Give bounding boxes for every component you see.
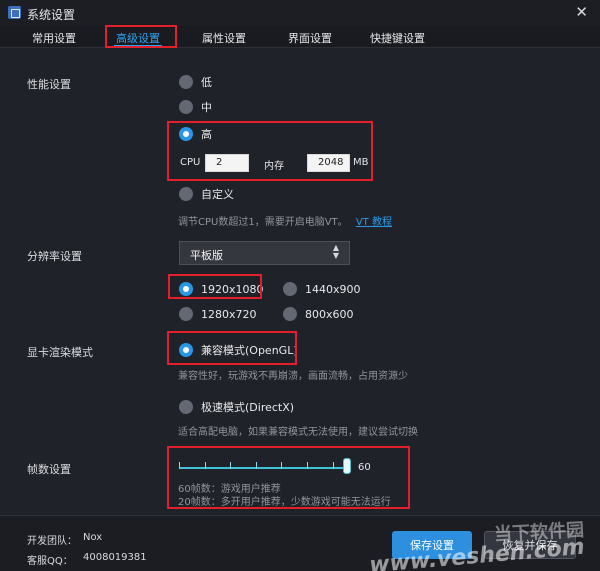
radio-1280x720[interactable] — [179, 307, 193, 321]
resolution-800-label: 800x600 — [305, 307, 354, 321]
resolution-section-label: 分辨率设置 — [27, 250, 82, 263]
performance-medium-label: 中 — [201, 101, 212, 114]
tab-general-settings[interactable]: 常用设置 — [32, 30, 76, 46]
performance-custom-option[interactable]: 自定义 — [179, 185, 234, 203]
window-title: 系统设置 — [27, 8, 76, 22]
radio-medium[interactable] — [179, 100, 193, 114]
opengl-note: 兼容性好，玩游戏不再崩溃，画面流畅，占用资源少 — [178, 371, 408, 382]
radio-1440x900[interactable] — [283, 282, 297, 296]
resolution-preset-select[interactable]: 平板版 ▲ ▼ — [179, 241, 350, 265]
directx-mode-option[interactable]: 极速模式(DirectX) — [179, 398, 294, 416]
tab-interface-settings[interactable]: 界面设置 — [288, 30, 332, 46]
performance-medium-option[interactable]: 中 — [179, 98, 212, 116]
performance-low-label: 低 — [201, 76, 212, 89]
radio-800x600[interactable] — [283, 307, 297, 321]
vt-note: 调节CPU数超过1，需要开启电脑VT。 VT 教程 — [178, 213, 392, 228]
close-icon[interactable]: ✕ — [575, 3, 588, 21]
support-qq-label: 客服QQ： — [27, 556, 73, 567]
radio-custom[interactable] — [179, 187, 193, 201]
radio-low[interactable] — [179, 75, 193, 89]
resolution-1280-label: 1280x720 — [201, 307, 257, 321]
rendering-section-label: 显卡渲染模式 — [27, 346, 93, 359]
directx-mode-label: 极速模式(DirectX) — [201, 401, 295, 414]
tab-property-settings[interactable]: 属性设置 — [202, 30, 246, 46]
fps-highlight-box — [167, 446, 410, 509]
directx-note: 适合高配电脑，如果兼容模式无法使用，建议尝试切换 — [178, 427, 418, 438]
performance-section-label: 性能设置 — [27, 78, 71, 91]
advanced-tab-highlight — [105, 25, 177, 48]
vt-note-text: 调节CPU数超过1，需要开启电脑VT。 — [178, 217, 348, 228]
performance-highlight-box — [167, 121, 373, 181]
title-bar: 系统设置 ✕ — [0, 0, 600, 26]
tab-shortcut-settings[interactable]: 快捷键设置 — [370, 30, 425, 46]
vt-tutorial-link[interactable]: VT 教程 — [356, 217, 392, 228]
radio-directx-mode[interactable] — [179, 400, 193, 414]
performance-custom-label: 自定义 — [201, 188, 234, 201]
resolution-1280-option[interactable]: 1280x720 — [179, 305, 257, 323]
resolution-800-option[interactable]: 800x600 — [283, 305, 354, 323]
app-icon — [8, 6, 21, 19]
resolution-highlight-box — [168, 274, 262, 299]
resolution-1440-label: 1440x900 — [305, 282, 361, 296]
support-qq-value: 4008019381 — [83, 552, 147, 563]
resolution-preset-value: 平板版 — [190, 249, 223, 262]
chevron-up-down-icon: ▲ ▼ — [332, 243, 339, 260]
team-value: Nox — [83, 532, 103, 543]
team-label: 开发团队： — [27, 536, 77, 547]
performance-low-option[interactable]: 低 — [179, 73, 212, 91]
settings-tabs: 常用设置 高级设置 属性设置 界面设置 快捷键设置 — [0, 26, 600, 48]
resolution-1440-option[interactable]: 1440x900 — [283, 280, 361, 298]
rendering-highlight-box — [167, 331, 297, 365]
fps-section-label: 帧数设置 — [27, 463, 71, 476]
